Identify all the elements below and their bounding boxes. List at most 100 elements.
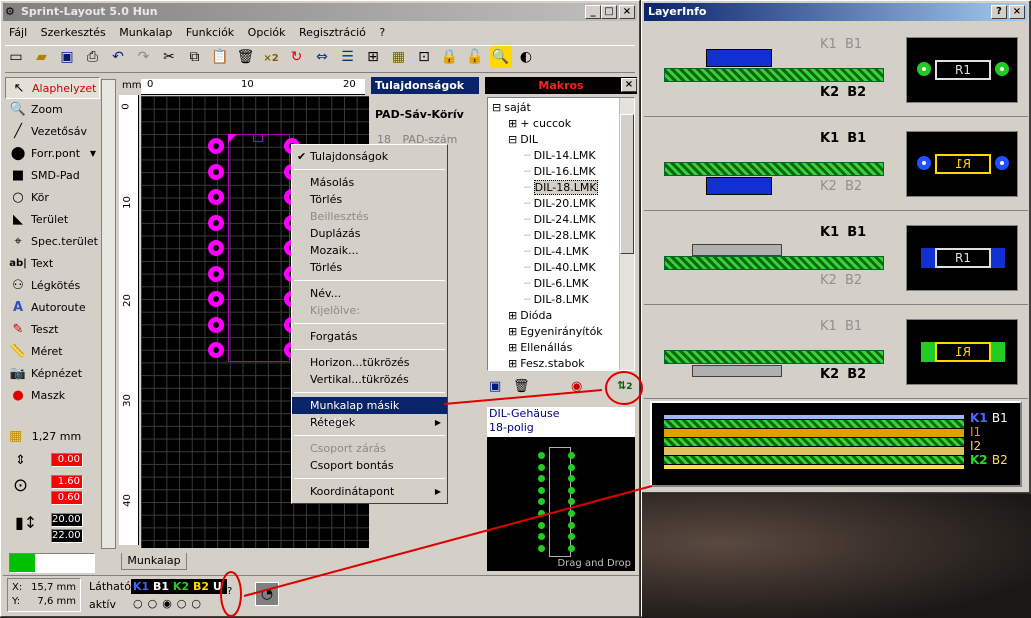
cut-icon[interactable]: ✂ xyxy=(158,46,180,68)
tree-item[interactable]: ┈ DIL-4.LMK xyxy=(488,244,634,260)
pad[interactable] xyxy=(208,342,224,358)
context-menu-item[interactable]: Duplázás xyxy=(292,225,447,242)
tree-item[interactable]: ⊞ Ellenállás xyxy=(488,340,634,356)
context-menu-item[interactable]: Munkalap másik oldalára xyxy=(292,397,447,429)
paste-icon[interactable]: 📋 xyxy=(209,46,231,68)
macro-delete-icon[interactable]: 🗑 xyxy=(513,379,530,394)
unlock-icon[interactable]: 🔓 xyxy=(464,46,486,68)
track-width-field[interactable]: 0.00 xyxy=(51,453,83,467)
tool-zoom[interactable]: 🔍 Zoom xyxy=(5,99,100,121)
layer-k1[interactable]: K1 xyxy=(133,580,149,593)
menu-options[interactable]: Opciók xyxy=(248,26,286,39)
maximize-button[interactable]: □ xyxy=(601,5,617,19)
layer-b2[interactable]: B2 xyxy=(193,580,209,593)
new-file-icon[interactable]: ▭ xyxy=(5,46,27,68)
context-menu-item[interactable]: Törlés xyxy=(292,191,447,208)
pad[interactable] xyxy=(208,265,224,282)
pad[interactable] xyxy=(208,138,224,154)
pad[interactable] xyxy=(208,189,224,205)
pad[interactable] xyxy=(208,214,224,231)
pad[interactable] xyxy=(208,163,224,180)
lock-icon[interactable]: 🔒 xyxy=(439,46,461,68)
macro-swap-side-icon[interactable]: ⇅2 xyxy=(617,379,632,392)
macro-tree[interactable]: ⊟ saját ⊞ + cuccok ⊟ DIL ┈ DIL-14.LMK ┈ DIL-16.LM… xyxy=(487,97,635,371)
tool-smd[interactable]: ■ SMD-Pad xyxy=(5,165,100,187)
tool-area[interactable]: ◣ Terület xyxy=(5,209,100,231)
menu-edit[interactable]: Szerkesztés xyxy=(41,26,106,39)
macro-save-icon[interactable]: ▣ xyxy=(489,379,501,394)
grid-setting[interactable]: ▦ 1,27 mm xyxy=(9,427,99,445)
flip-h-icon[interactable]: ⇔ xyxy=(311,46,333,68)
context-menu-item[interactable]: Vertikal...tükrözés xyxy=(292,371,447,388)
context-menu-item[interactable]: Horizon...tükrözés xyxy=(292,354,447,371)
tool-select[interactable]: ↖ Alaphelyzet xyxy=(5,77,100,99)
tree-expander-icon[interactable]: ⊟ xyxy=(508,133,517,146)
layer-help-button[interactable]: ? xyxy=(227,586,232,597)
tool-circle[interactable]: ○ Kör xyxy=(5,187,100,209)
tool-special-area[interactable]: ⌖ Spec.terület xyxy=(5,231,100,253)
tree-expander-icon[interactable]: ⊟ xyxy=(492,101,501,114)
layer-k2[interactable]: K2 xyxy=(173,580,189,593)
tree-item[interactable]: ┈ DIL-24.LMK xyxy=(488,212,634,228)
tree-item[interactable]: ⊞ Egyenirányítók xyxy=(488,324,634,340)
minimize-button[interactable]: _ xyxy=(585,5,601,19)
print-icon[interactable]: ⎙ xyxy=(82,46,104,68)
tool-photoview[interactable]: 📷 Képnézet xyxy=(5,363,100,385)
search-icon[interactable]: 🔍 xyxy=(489,46,512,68)
context-menu-item[interactable]: Rétegek ▶ xyxy=(292,414,447,431)
layer-info-icon[interactable]: ◔ xyxy=(255,582,279,606)
tree-item[interactable]: ┈ DIL-20.LMK xyxy=(488,196,634,212)
tab-worksheet[interactable]: Munkalap xyxy=(121,553,187,570)
rotate-icon[interactable]: ↻ xyxy=(286,46,308,68)
tree-expander-icon[interactable]: ⊞ xyxy=(508,325,517,338)
layer-b1[interactable]: B1 xyxy=(153,580,169,593)
tree-item[interactable]: ⊞ Dióda xyxy=(488,308,634,324)
pad-inner-field[interactable]: 0.60 xyxy=(51,491,83,505)
tool-mask[interactable]: ● Maszk xyxy=(5,385,100,407)
smd-width-field[interactable]: 20.00 xyxy=(51,513,83,527)
tree-item[interactable]: ⊟ DIL xyxy=(488,132,634,148)
mirror-x2-icon[interactable]: ×2 xyxy=(260,48,282,70)
context-menu-item[interactable]: Név... xyxy=(292,285,447,302)
tree-expander-icon[interactable]: ⊞ xyxy=(508,357,517,370)
tree-item[interactable]: ┈ DIL-6.LMK xyxy=(488,276,634,292)
tree-item[interactable]: ┈ DIL-28.LMK xyxy=(488,228,634,244)
tool-airwire[interactable]: ⚇ Légkötés xyxy=(5,275,100,297)
close-button[interactable]: × xyxy=(619,5,635,19)
layer-u[interactable]: U xyxy=(213,580,222,593)
macro-icon[interactable]: ⊡ xyxy=(413,46,435,68)
smd-height-field[interactable]: 22.00 xyxy=(51,529,83,543)
tool-autoroute[interactable]: A Autoroute xyxy=(5,297,100,319)
component-outline[interactable] xyxy=(228,134,290,362)
pad[interactable] xyxy=(208,240,224,256)
open-folder-icon[interactable]: ▰ xyxy=(31,46,53,68)
tree-expander-icon[interactable]: ⊞ xyxy=(508,309,517,322)
pad-outer-field[interactable]: 1.60 xyxy=(51,475,83,489)
tree-item[interactable]: ⊟ saját xyxy=(488,100,634,116)
context-menu-item[interactable]: Csoport bontás xyxy=(292,457,447,474)
copy-icon[interactable]: ⧉ xyxy=(184,46,206,68)
tree-item[interactable]: ┈ DIL-14.LMK xyxy=(488,148,634,164)
pad[interactable] xyxy=(208,316,224,333)
undo-icon[interactable]: ↶ xyxy=(107,46,129,68)
macros-close-button[interactable]: × xyxy=(621,78,637,92)
tree-item[interactable]: ⊞ + cuccok xyxy=(488,116,634,132)
context-menu-item[interactable]: Koordinátapont ▶ xyxy=(292,483,447,500)
tool-test[interactable]: ✎ Teszt xyxy=(5,319,100,341)
active-layer-radios[interactable]: ○○◉○○ xyxy=(133,597,206,610)
menu-functions[interactable]: Funkciók xyxy=(186,26,234,39)
contrast-icon[interactable]: ◐ xyxy=(515,46,537,68)
macro-preview[interactable]: Drag and Drop xyxy=(487,437,635,571)
tool-measure[interactable]: 📏 Méret xyxy=(5,341,100,363)
layerinfo-help-button[interactable]: ? xyxy=(991,5,1007,19)
pad[interactable] xyxy=(208,291,224,307)
menu-help[interactable]: ? xyxy=(379,26,385,39)
tree-item[interactable]: ┈ DIL-40.LMK xyxy=(488,260,634,276)
menu-worksheet[interactable]: Munkalap xyxy=(119,26,172,39)
context-menu-item[interactable]: Mozaik... xyxy=(292,242,447,259)
menu-file[interactable]: Fájl xyxy=(9,26,27,39)
vertical-scrollbar[interactable] xyxy=(101,79,116,549)
component-icon[interactable]: ▦ xyxy=(388,46,410,68)
context-menu-item[interactable]: Másolás xyxy=(292,174,447,191)
layerinfo-close-button[interactable]: × xyxy=(1009,5,1025,19)
